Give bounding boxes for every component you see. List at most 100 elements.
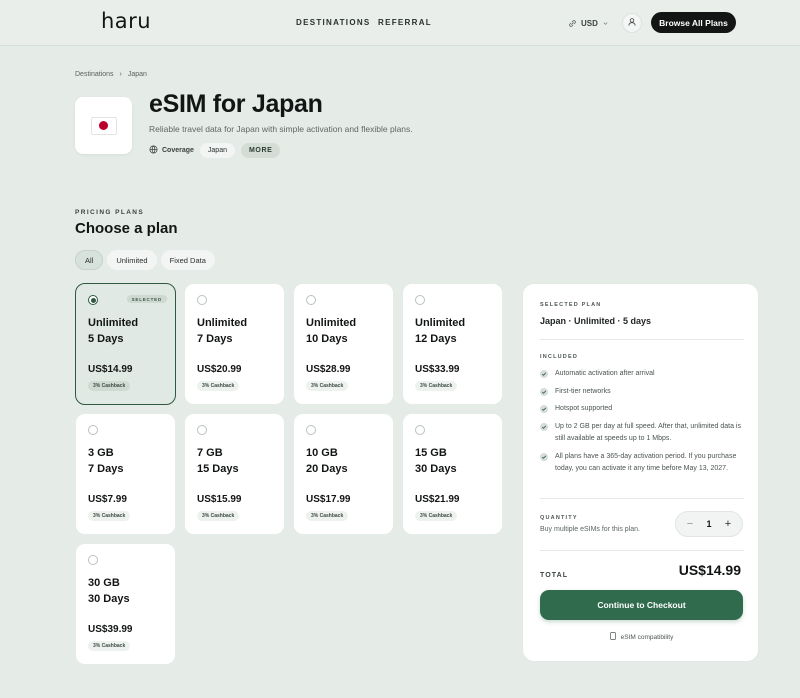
plan-price: US$21.99 [415, 494, 460, 505]
breadcrumb-separator-icon: › [119, 71, 122, 78]
check-icon [540, 423, 548, 431]
cashback-badge: 3% Cashback [415, 381, 458, 391]
coverage-label: Coverage [149, 145, 194, 156]
filter-unlimited[interactable]: Unlimited [107, 250, 157, 270]
country-flag-tile [75, 97, 132, 154]
cashback-badge: 3% Cashback [88, 381, 131, 391]
plan-price: US$7.99 [88, 494, 127, 505]
choose-plan-title: Choose a plan [75, 220, 178, 237]
plan-radio[interactable] [197, 425, 207, 435]
page-title: eSIM for Japan [149, 90, 323, 118]
check-icon [540, 388, 548, 396]
plan-name: Unlimited 10 Days [306, 317, 357, 345]
link-icon [568, 19, 577, 28]
breadcrumb-japan[interactable]: Japan [128, 71, 147, 78]
phone-icon [609, 632, 616, 642]
plan-card[interactable]: 15 GB 30 Days US$21.99 3% Cashback [402, 413, 503, 535]
quantity-value: 1 [706, 519, 712, 529]
plan-card[interactable]: SELECTED Unlimited 5 Days US$14.99 3% Ca… [75, 283, 176, 405]
currency-label: USD [581, 18, 598, 28]
plan-card[interactable]: 7 GB 15 Days US$15.99 3% Cashback [184, 413, 285, 535]
plan-radio[interactable] [306, 295, 316, 305]
browse-all-plans-button[interactable]: Browse All Plans [651, 12, 736, 33]
plan-price: US$28.99 [306, 364, 351, 375]
total-price: US$14.99 [678, 562, 741, 578]
included-kicker: INCLUDED [540, 354, 579, 360]
plan-name: 3 GB 7 Days [88, 447, 124, 475]
check-icon [540, 370, 548, 378]
cashback-badge: 3% Cashback [306, 381, 349, 391]
breadcrumb: Destinations › Japan [75, 71, 147, 78]
plan-radio[interactable] [88, 425, 98, 435]
selected-plan-kicker: SELECTED PLAN [540, 302, 602, 308]
pricing-plans-kicker: PRICING PLANS [75, 209, 145, 216]
cashback-badge: 3% Cashback [88, 511, 131, 521]
cashback-badge: 3% Cashback [88, 641, 131, 651]
coverage-row: Coverage Japan MORE [149, 143, 281, 158]
plan-radio[interactable] [415, 295, 425, 305]
plan-price: US$17.99 [306, 494, 351, 505]
plan-filters: All Unlimited Fixed Data [75, 250, 215, 270]
cashback-badge: 3% Cashback [197, 381, 240, 391]
nav-destinations[interactable]: DESTINATIONS [296, 18, 371, 27]
plan-price: US$33.99 [415, 364, 460, 375]
plan-card[interactable]: 3 GB 7 Days US$7.99 3% Cashback [75, 413, 176, 535]
plan-name: 15 GB 30 Days [415, 447, 457, 475]
order-summary-panel: SELECTED PLAN Japan · Unlimited · 5 days… [522, 283, 759, 662]
plan-card[interactable]: Unlimited 10 Days US$28.99 3% Cashback [293, 283, 394, 405]
coverage-country-chip: Japan [199, 143, 235, 158]
cashback-badge: 3% Cashback [197, 511, 240, 521]
check-icon [540, 453, 548, 461]
page-subtitle: Reliable travel data for Japan with simp… [149, 124, 413, 134]
plan-price: US$15.99 [197, 494, 242, 505]
divider [540, 498, 744, 499]
quantity-stepper: − 1 + [675, 511, 743, 537]
currency-selector[interactable]: USD [568, 16, 609, 30]
more-coverage-button[interactable]: MORE [240, 143, 281, 158]
check-icon [540, 405, 548, 413]
divider [540, 550, 744, 551]
feature-item: Up to 2 GB per day at full speed. After … [540, 421, 744, 445]
feature-item: Automatic activation after arrival [540, 368, 744, 380]
japan-flag-icon [90, 116, 117, 135]
plan-card[interactable]: Unlimited 12 Days US$33.99 3% Cashback [402, 283, 503, 405]
selected-badge: SELECTED [126, 295, 167, 303]
quantity-hint: Buy multiple eSIMs for this plan. [540, 526, 640, 533]
plan-radio[interactable] [306, 425, 316, 435]
plan-name: 30 GB 30 Days [88, 577, 130, 605]
plan-radio[interactable] [88, 295, 98, 305]
continue-to-checkout-button[interactable]: Continue to Checkout [540, 590, 743, 620]
esim-compatibility-link[interactable]: eSIM compatibility [523, 632, 760, 642]
decrement-button[interactable]: − [685, 518, 695, 530]
plan-card[interactable]: 30 GB 30 Days US$39.99 3% Cashback [75, 543, 176, 665]
plan-name: 10 GB 20 Days [306, 447, 348, 475]
plan-price: US$14.99 [88, 364, 133, 375]
cashback-badge: 3% Cashback [415, 511, 458, 521]
selected-plan-name: Japan · Unlimited · 5 days [540, 316, 652, 326]
cashback-badge: 3% Cashback [306, 511, 349, 521]
chevron-down-icon [602, 20, 609, 27]
feature-item: First-tier networks [540, 386, 744, 398]
globe-icon [149, 145, 158, 156]
total-label: TOTAL [540, 572, 569, 579]
feature-item: Hotspot supported [540, 403, 744, 415]
plan-price: US$39.99 [88, 624, 133, 635]
feature-item: All plans have a 365-day activation peri… [540, 451, 744, 475]
filter-all[interactable]: All [75, 250, 104, 270]
plan-price: US$20.99 [197, 364, 242, 375]
increment-button[interactable]: + [723, 518, 733, 530]
plan-card[interactable]: Unlimited 7 Days US$20.99 3% Cashback [184, 283, 285, 405]
divider [540, 339, 744, 340]
account-button[interactable] [622, 13, 642, 33]
breadcrumb-destinations[interactable]: Destinations [75, 71, 114, 78]
plan-radio[interactable] [415, 425, 425, 435]
filter-fixed-data[interactable]: Fixed Data [160, 250, 215, 270]
nav-referral[interactable]: REFERRAL [378, 18, 432, 27]
plan-radio[interactable] [88, 555, 98, 565]
plan-name: Unlimited 12 Days [415, 317, 466, 345]
plan-radio[interactable] [197, 295, 207, 305]
quantity-label: QUANTITY [540, 515, 578, 521]
haru-logo[interactable]: haru [101, 9, 151, 33]
plan-name: Unlimited 7 Days [197, 317, 248, 345]
plan-card[interactable]: 10 GB 20 Days US$17.99 3% Cashback [293, 413, 394, 535]
